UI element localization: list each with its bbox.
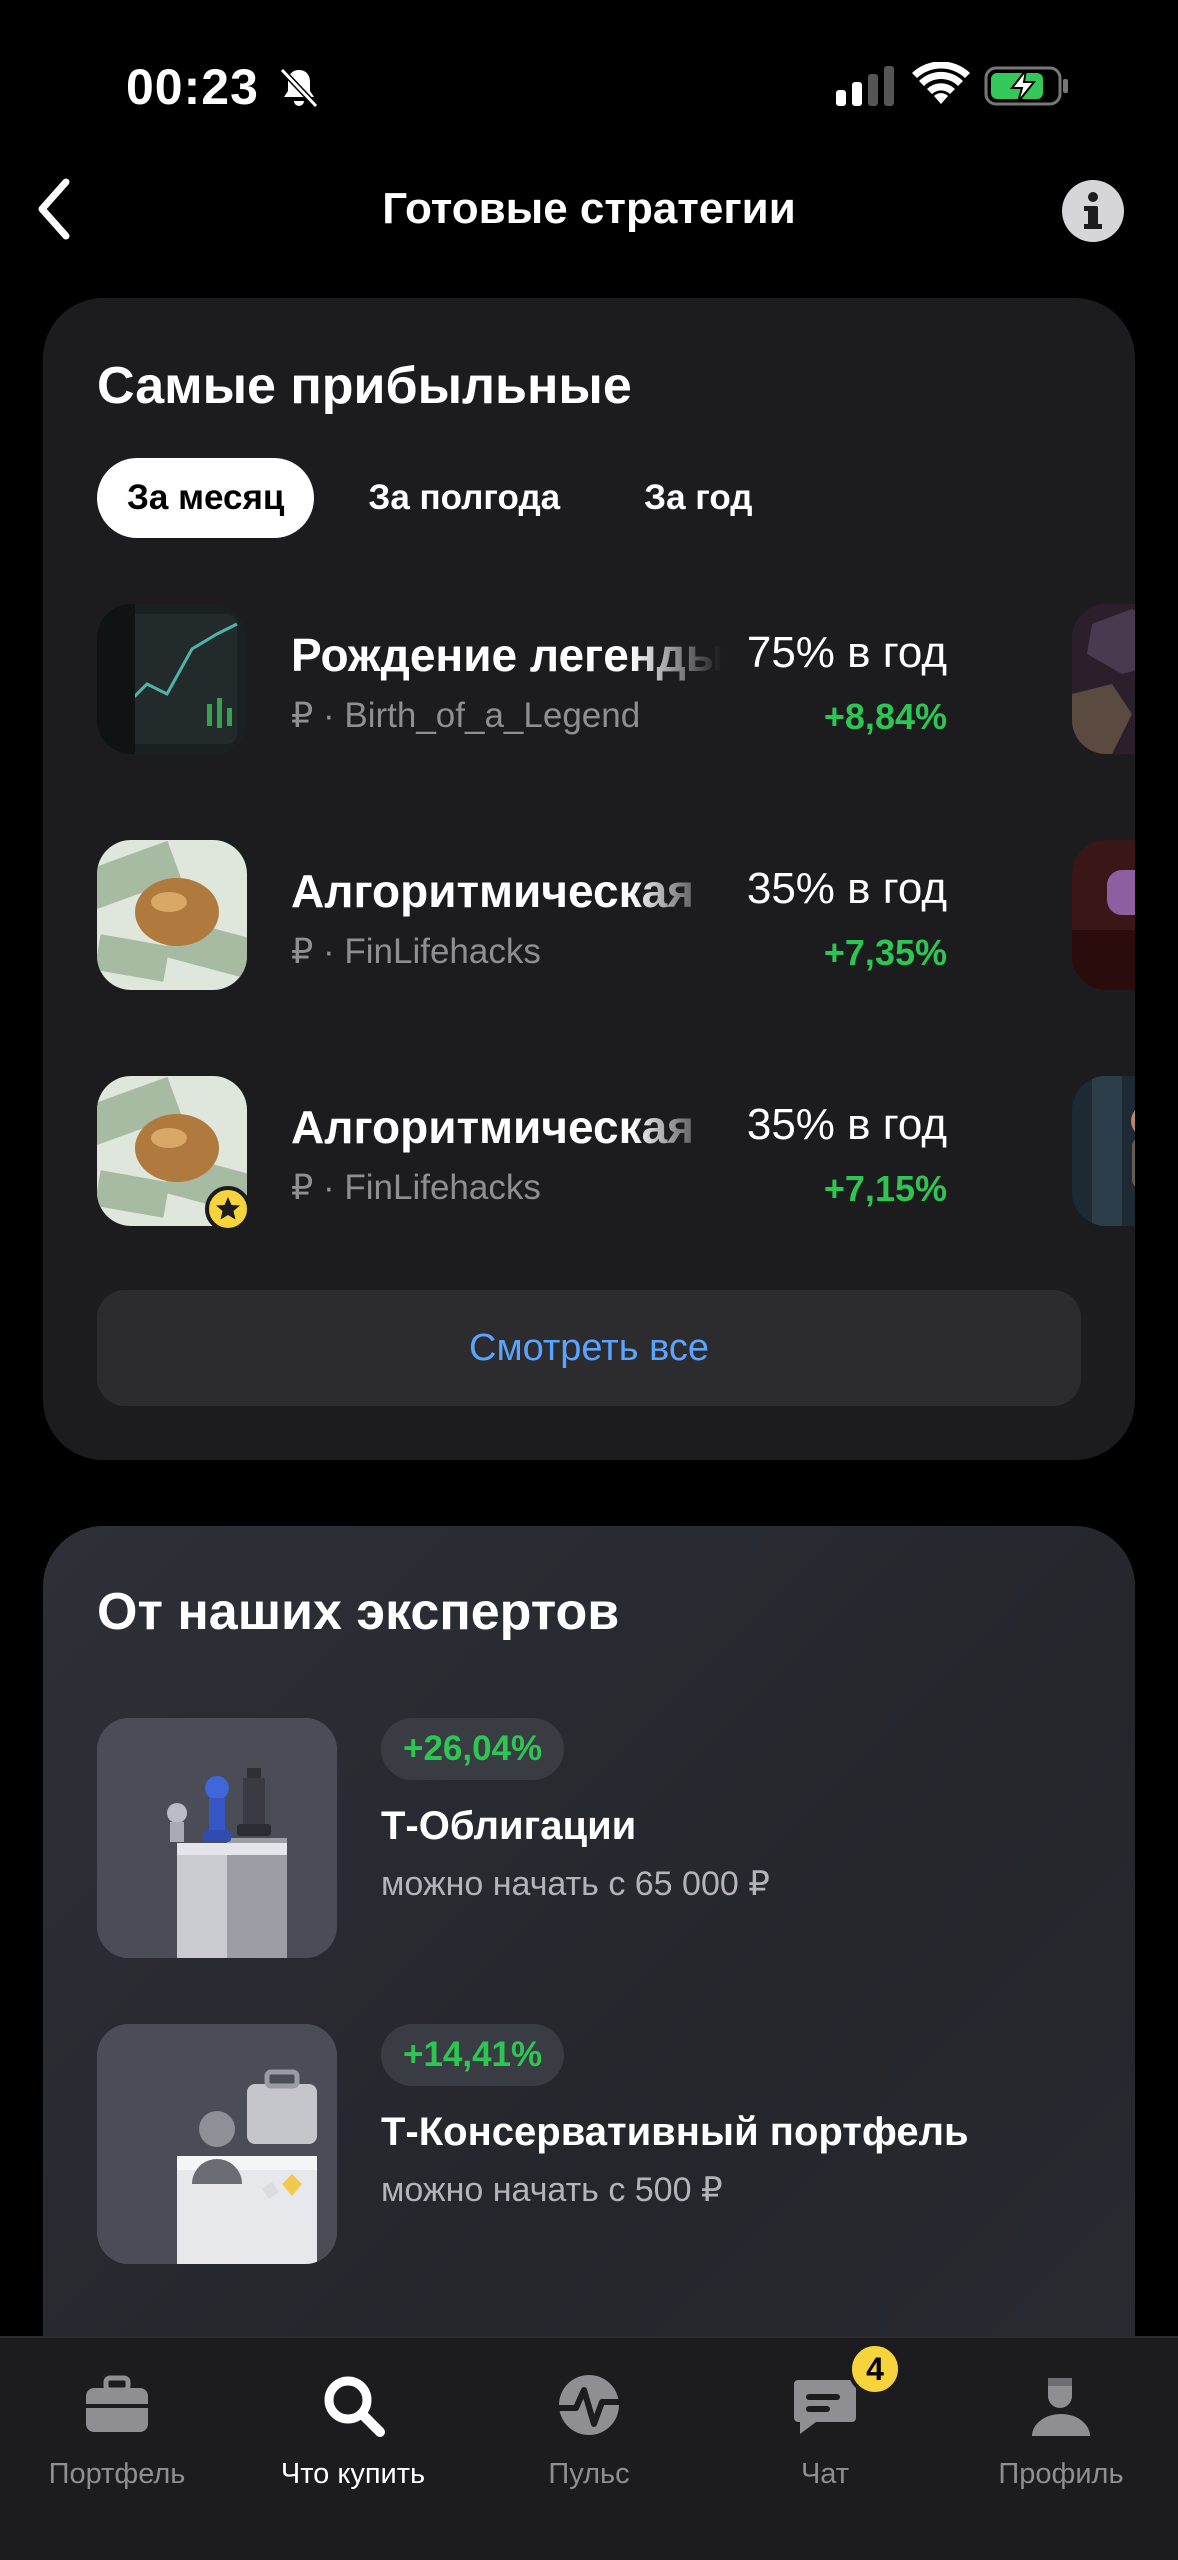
see-all-button[interactable]: Смотреть все (97, 1290, 1081, 1406)
tab-profile[interactable]: Профиль (946, 2358, 1176, 2508)
strategy-yearly-rate: 35% в год (746, 864, 947, 913)
strategy-author: ₽ · FinLifehacks (291, 932, 541, 971)
expert-strategy-item[interactable]: +14,41% Т-Консервативный портфель можно … (97, 2024, 1097, 2264)
strategy-yearly-rate: 35% в год (746, 1100, 947, 1149)
page-title: Готовые стратегии (382, 184, 796, 233)
strategy-name-container: Рождение легенды (291, 628, 721, 688)
battery-charging-icon (984, 66, 1068, 106)
briefcase-icon (86, 2375, 148, 2432)
tab-label: Профиль (998, 2458, 1124, 2490)
info-button[interactable] (1062, 180, 1124, 242)
expert-strategy-image (97, 2024, 337, 2264)
strategy-author: ₽ · Birth_of_a_Legend (291, 696, 641, 735)
expert-strategy-title: Т-Облигации (381, 1804, 637, 1848)
chat-icon (794, 2380, 856, 2434)
next-column-thumbnail[interactable] (1072, 1076, 1135, 1226)
tab-what-to-buy[interactable]: Что купить (238, 2358, 468, 2508)
status-bar: 00:23 (0, 0, 1178, 150)
expert-strategy-item[interactable]: +26,04% Т-Облигации можно начать с 65 00… (97, 1718, 1097, 1958)
strategy-yearly-rate: 75% в год (746, 628, 947, 677)
tab-chat[interactable]: Чат (710, 2358, 940, 2508)
section-title: От наших экспертов (97, 1583, 620, 1641)
tab-label: Портфель (48, 2458, 186, 2490)
expert-strategy-min-amount: можно начать с 500 ₽ (381, 2171, 723, 2209)
strategy-row[interactable]: Алгоритмическая ₽ · FinLifehacks 35% в г… (97, 840, 1135, 990)
tab-portfolio[interactable]: Портфель (2, 2358, 232, 2508)
strategy-name-container: Алгоритмическая (291, 1100, 721, 1160)
strategy-row[interactable]: Рождение легенды ₽ · Birth_of_a_Legend 7… (97, 604, 1135, 754)
cellular-signal-icon (836, 66, 894, 106)
strategy-name-container: Алгоритмическая (291, 864, 721, 924)
chat-unread-badge: 4 (848, 2342, 902, 2396)
tab-label: Чат (800, 2458, 850, 2490)
strategy-gain: +8,84% (823, 696, 947, 737)
wifi-icon (912, 62, 970, 104)
next-column-thumbnail[interactable] (1072, 840, 1135, 990)
next-column-thumbnail[interactable] (1072, 604, 1135, 754)
bell-muted-icon (279, 67, 319, 109)
profile-icon (1032, 2378, 1090, 2436)
expert-return-badge: +14,41% (381, 2024, 565, 2086)
bottom-tab-bar: Портфель Что купить Пульс Чат Профиль (0, 2336, 1178, 2560)
info-icon (1084, 192, 1102, 229)
tab-year[interactable]: За год (614, 458, 782, 538)
tab-pulse[interactable]: Пульс (474, 2358, 704, 2508)
expert-strategy-min-amount: можно начать с 65 000 ₽ (381, 1865, 770, 1903)
expert-strategy-title: Т-Консервативный портфель (381, 2110, 969, 2154)
most-profitable-card: Самые прибыльные За месяц За полгода За … (43, 298, 1135, 1460)
navigation-header: Готовые стратегии (0, 170, 1178, 250)
strategy-gain: +7,35% (823, 932, 947, 973)
pulse-icon (559, 2375, 619, 2435)
strategy-thumbnail (97, 604, 247, 754)
strategy-row[interactable]: Алгоритмическая ₽ · FinLifehacks 35% в г… (97, 1076, 1135, 1232)
strategy-thumbnail (97, 840, 247, 990)
star-badge (205, 1186, 251, 1232)
strategy-gain: +7,15% (823, 1168, 947, 1209)
tab-label: Что купить (280, 2458, 426, 2490)
tab-month[interactable]: За месяц (97, 458, 315, 538)
expert-strategy-image (97, 1718, 337, 1958)
search-icon (324, 2376, 385, 2437)
clock: 00:23 (126, 59, 259, 115)
period-tabs: За месяц За полгода За год (97, 458, 807, 538)
expert-return-badge: +26,04% (381, 1718, 565, 1780)
section-title: Самые прибыльные (97, 357, 632, 415)
star-icon (216, 1197, 240, 1220)
strategy-author: ₽ · FinLifehacks (291, 1168, 541, 1207)
tab-label: Пульс (548, 2458, 630, 2490)
tab-half-year[interactable]: За полгода (338, 458, 590, 538)
